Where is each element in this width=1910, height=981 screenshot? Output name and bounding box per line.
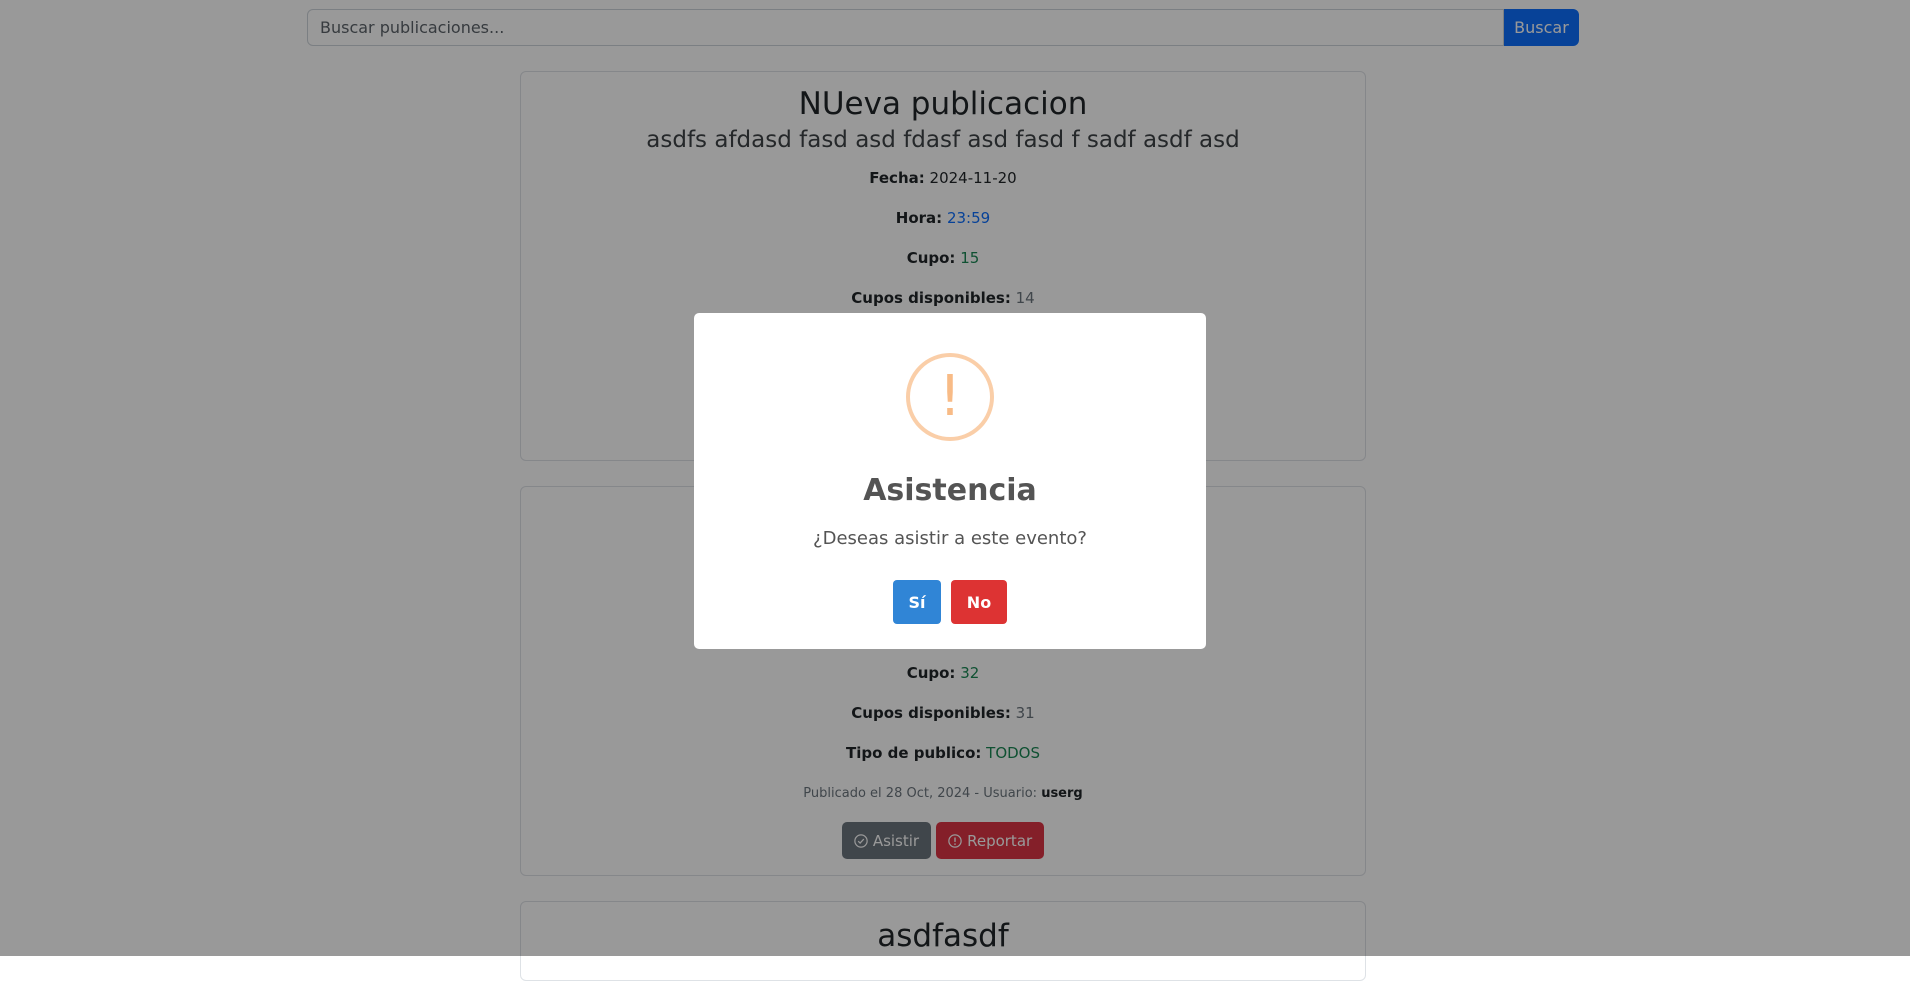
cancel-button[interactable]: No — [951, 580, 1007, 624]
confirm-dialog: ! Asistencia ¿Deseas asistir a este even… — [694, 313, 1206, 649]
dialog-text: ¿Deseas asistir a este evento? — [813, 528, 1087, 549]
confirm-button[interactable]: Sí — [893, 580, 941, 624]
dialog-actions: Sí No — [694, 580, 1206, 624]
dialog-title: Asistencia — [863, 473, 1037, 508]
warning-icon: ! — [906, 353, 994, 441]
page: Buscar NUeva publicacion asdfs afdasd fa… — [0, 0, 1910, 981]
